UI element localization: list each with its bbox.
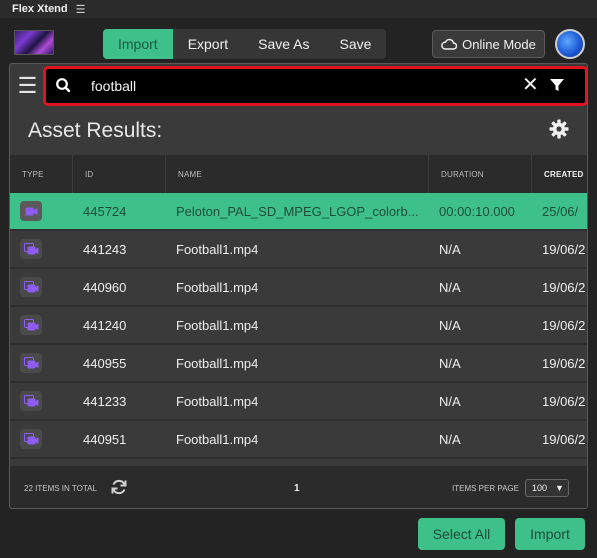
- cell-created: 19/06/2: [542, 431, 586, 447]
- table-row[interactable]: 441243 Football1.mp4 N/A 19/06/2: [10, 231, 587, 269]
- table-row[interactable]: 441240 Football1.mp4 N/A 19/06/2: [10, 307, 587, 345]
- online-mode-button[interactable]: Online Mode: [432, 30, 545, 58]
- cell-id: 441240: [83, 317, 127, 333]
- tab-save[interactable]: Save: [325, 29, 387, 59]
- table-footer: 22 ITEMS IN TOTAL 1 ITEMS PER PAGE 100 ▼: [10, 466, 587, 508]
- total-items-label: 22 ITEMS IN TOTAL: [24, 484, 97, 493]
- tab-save-as[interactable]: Save As: [243, 29, 324, 59]
- gear-icon[interactable]: [548, 118, 570, 140]
- table-row[interactable]: 445724 Peloton_PAL_SD_MPEG_LGOP_colorb..…: [10, 193, 587, 231]
- cell-id: 445724: [83, 203, 127, 219]
- search-bar: ✕: [43, 66, 587, 106]
- video-file-icon: [20, 277, 42, 297]
- video-file-icon: [20, 391, 42, 411]
- cell-created: 19/06/2: [542, 317, 586, 333]
- title-bar: Flex Xtend ☰: [0, 0, 597, 18]
- asset-search-panel: ☰ ✕ Asset Results: TYPE ID NAME DURAT: [9, 63, 588, 509]
- column-header-duration[interactable]: DURATION: [429, 155, 532, 193]
- cell-created: 19/06/2: [542, 355, 586, 371]
- app-title: Flex Xtend: [12, 3, 68, 15]
- current-page[interactable]: 1: [294, 483, 300, 494]
- video-file-icon: [20, 239, 42, 259]
- select-all-button[interactable]: Select All: [418, 518, 505, 550]
- table-row[interactable]: 440951 Football1.mp4 N/A 19/06/2: [10, 421, 587, 459]
- clear-search-icon[interactable]: ✕: [522, 75, 539, 95]
- hamburger-menu-icon[interactable]: ☰: [10, 64, 45, 108]
- cell-created: 19/06/2: [542, 241, 586, 257]
- media-thumbnail: [14, 30, 54, 55]
- video-file-icon: [20, 429, 42, 449]
- main-tabs: Import Export Save As Save: [103, 29, 387, 59]
- cloud-icon: [441, 38, 458, 50]
- video-file-icon: [20, 353, 42, 373]
- video-file-icon: [20, 201, 42, 221]
- cell-duration: N/A: [439, 279, 461, 295]
- cell-duration: N/A: [439, 317, 461, 333]
- tab-export[interactable]: Export: [173, 29, 243, 59]
- cell-name: Football1.mp4: [176, 355, 259, 371]
- tab-import[interactable]: Import: [103, 29, 173, 59]
- cell-created: 25/06/: [542, 203, 579, 219]
- cell-created: 19/06/2: [542, 393, 586, 409]
- cell-id: 441243: [83, 241, 127, 257]
- cell-name: Football1.mp4: [176, 279, 259, 295]
- search-icon: [56, 78, 71, 93]
- cell-duration: N/A: [439, 431, 461, 447]
- cell-id: 440955: [83, 355, 127, 371]
- chevron-down-icon: ▼: [555, 483, 564, 493]
- cell-created: 19/06/2: [542, 279, 586, 295]
- cell-duration: 00:00:10.000: [439, 203, 515, 219]
- cell-duration: N/A: [439, 241, 461, 257]
- column-header-id[interactable]: ID: [73, 155, 166, 193]
- cell-name: Football1.mp4: [176, 241, 259, 257]
- table-row[interactable]: 440955 Football1.mp4 N/A 19/06/2: [10, 345, 587, 383]
- table-row[interactable]: 440960 Football1.mp4 N/A 19/06/2: [10, 269, 587, 307]
- table-row[interactable]: 441233 Football1.mp4 N/A 19/06/2: [10, 383, 587, 421]
- cell-name: Football1.mp4: [176, 431, 259, 447]
- results-heading: Asset Results:: [28, 119, 163, 142]
- items-per-page-label: ITEMS PER PAGE: [452, 484, 519, 493]
- cell-name: Football1.mp4: [176, 317, 259, 333]
- video-file-icon: [20, 315, 42, 335]
- cell-duration: N/A: [439, 355, 461, 371]
- cell-id: 440951: [83, 431, 127, 447]
- online-mode-label: Online Mode: [462, 36, 536, 52]
- cell-name: Football1.mp4: [176, 393, 259, 409]
- results-table-body: 445724 Peloton_PAL_SD_MPEG_LGOP_colorb..…: [10, 193, 587, 466]
- toolbar: Import Export Save As Save Online Mode: [0, 18, 597, 64]
- items-per-page-select[interactable]: 100 ▼: [525, 479, 569, 497]
- column-header-name[interactable]: NAME: [166, 155, 429, 193]
- search-input[interactable]: [91, 75, 471, 97]
- cell-id: 441233: [83, 393, 127, 409]
- table-header: TYPE ID NAME DURATION CREATED: [10, 155, 587, 193]
- cell-name: Peloton_PAL_SD_MPEG_LGOP_colorb...: [176, 203, 419, 219]
- cell-id: 440960: [83, 279, 127, 295]
- menu-icon[interactable]: ☰: [76, 3, 86, 16]
- filter-icon[interactable]: [549, 77, 565, 93]
- column-header-created[interactable]: CREATED: [532, 155, 587, 193]
- column-header-type[interactable]: TYPE: [10, 155, 73, 193]
- cell-duration: N/A: [439, 393, 461, 409]
- items-per-page-value: 100: [532, 483, 548, 493]
- refresh-icon[interactable]: [110, 478, 128, 496]
- import-button[interactable]: Import: [515, 518, 585, 550]
- app-logo-icon[interactable]: [555, 29, 585, 59]
